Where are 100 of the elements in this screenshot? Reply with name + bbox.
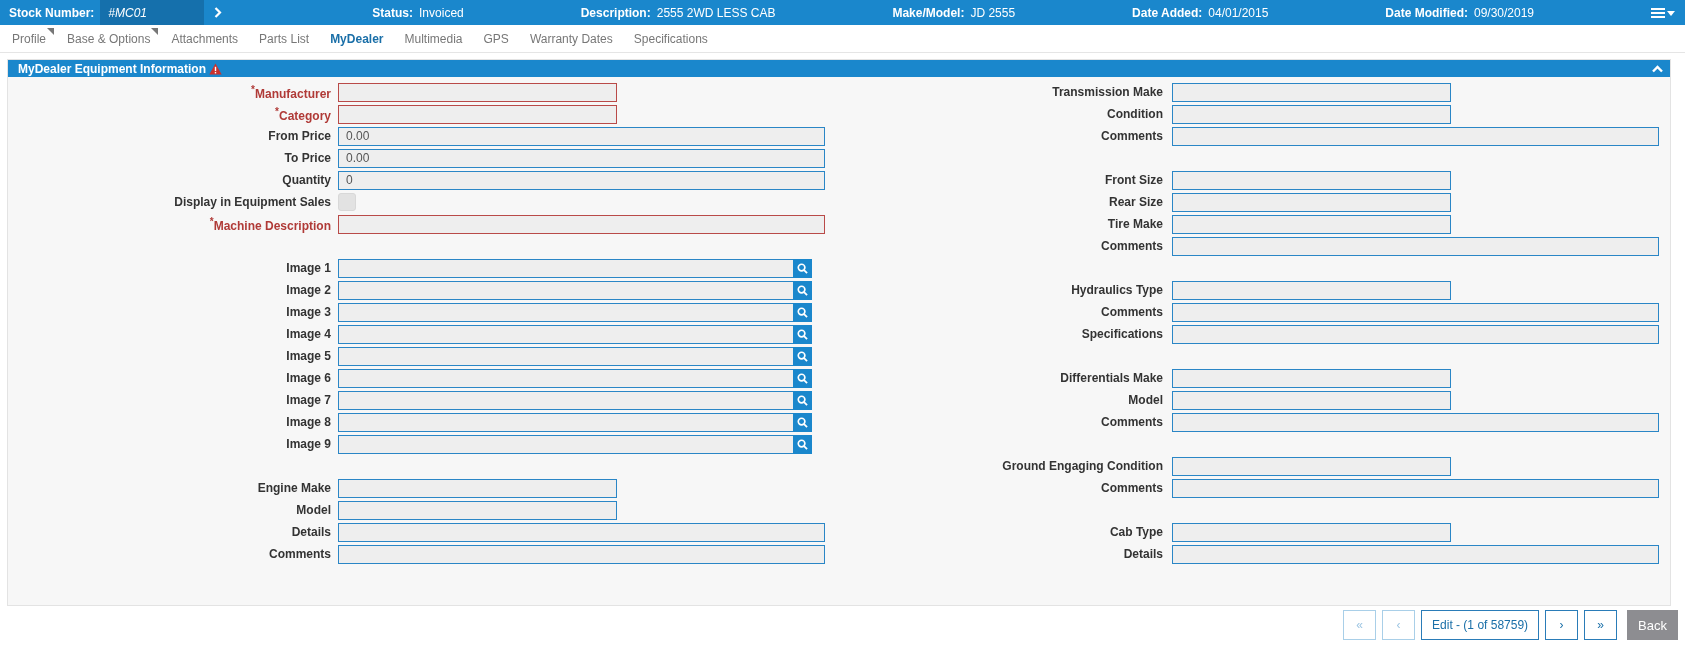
field-label: Model [1127, 393, 1163, 407]
field-label: Comments [268, 547, 331, 561]
search-button[interactable] [793, 412, 812, 432]
input-field[interactable] [1172, 478, 1659, 498]
input-field[interactable] [1172, 302, 1659, 322]
field-label: Engine Make [256, 481, 331, 495]
field-label: Quantity [281, 173, 331, 187]
header-label: Status: [372, 5, 414, 20]
field-label: $^{*}$Manufacturer [250, 83, 331, 101]
tab[interactable]: Specifications [631, 31, 720, 46]
header-value: Invoiced [419, 5, 464, 20]
field-label: Details [1122, 547, 1163, 561]
search-button[interactable] [793, 324, 812, 344]
input-field[interactable] [338, 302, 793, 322]
field-label: Tire Make [1106, 217, 1163, 231]
search-button[interactable] [793, 346, 812, 366]
field-label: Image 8 [285, 415, 331, 429]
back-button[interactable]: Back [1627, 610, 1678, 640]
pager-button[interactable]: › [1545, 610, 1579, 640]
search-icon [797, 372, 808, 384]
pager-button[interactable]: » [1584, 610, 1618, 640]
tab[interactable]: MyDealer [328, 31, 396, 46]
input-field[interactable] [338, 324, 793, 344]
field-label: Image 5 [285, 349, 331, 363]
input-field[interactable] [1172, 412, 1659, 432]
input-field[interactable] [1172, 104, 1451, 124]
stock-number-field[interactable]: #MC01 [100, 0, 205, 25]
input-field[interactable] [338, 214, 825, 234]
input-field[interactable] [338, 434, 793, 454]
field-label: Image 7 [285, 393, 331, 407]
field-label: Specifications [1080, 327, 1163, 341]
input-field[interactable] [338, 390, 793, 410]
field-label: Image 4 [285, 327, 331, 341]
pager-button[interactable]: Edit - (1 of 58759) [1421, 610, 1540, 640]
search-button[interactable] [793, 368, 812, 388]
field-label: Rear Size [1107, 195, 1163, 209]
field-label: Image 2 [285, 283, 331, 297]
chevron-up-icon[interactable] [1652, 64, 1663, 73]
field-label: Cab Type [1108, 525, 1163, 539]
search-button[interactable] [793, 302, 812, 322]
field-label: Image 3 [285, 305, 331, 319]
header-label: Stock Number: [9, 5, 95, 20]
input-field[interactable] [1172, 390, 1451, 410]
input-field[interactable] [1172, 324, 1659, 344]
input-field[interactable] [1172, 456, 1451, 476]
tab[interactable]: GPS [481, 31, 521, 46]
input-field[interactable] [338, 82, 617, 102]
field-label: Image 6 [285, 371, 331, 385]
input-field[interactable] [338, 346, 793, 366]
field-label: $^{*}$Machine Description [208, 215, 331, 233]
search-icon [797, 328, 808, 340]
tab[interactable]: Attachments [169, 31, 251, 46]
menu-icon[interactable] [1651, 6, 1675, 19]
panel-title: MyDealer Equipment Information [18, 61, 207, 76]
search-button[interactable] [793, 434, 812, 454]
field-label: $^{*}$Category [274, 105, 331, 123]
input-field[interactable] [1172, 170, 1451, 190]
header-value: 04/01/2015 [1208, 5, 1269, 20]
input-field[interactable] [338, 544, 825, 564]
input-field[interactable] [1172, 522, 1451, 542]
search-icon [797, 416, 808, 428]
search-button[interactable] [793, 390, 812, 410]
input-field[interactable] [338, 280, 793, 300]
field-label: Condition [1106, 107, 1163, 121]
field-label: Comments [1100, 129, 1163, 143]
chevron-right-icon[interactable] [214, 7, 223, 18]
field-label: Image 1 [285, 261, 331, 275]
search-button[interactable] [793, 280, 812, 300]
input-field[interactable] [338, 368, 793, 388]
input-field[interactable] [338, 522, 825, 542]
tab[interactable]: Parts List [257, 31, 322, 46]
input-field[interactable] [1172, 544, 1659, 564]
input-field[interactable] [1172, 192, 1451, 212]
search-icon [797, 350, 808, 362]
input-field[interactable]: 0.00 [338, 148, 825, 168]
input-field[interactable]: 0 [338, 170, 825, 190]
field-label: Display in Equipment Sales [173, 195, 331, 209]
input-field[interactable] [338, 412, 793, 432]
input-field[interactable]: 0.00 [338, 126, 825, 146]
tab[interactable]: Profile [10, 31, 58, 46]
input-field[interactable] [1172, 368, 1451, 388]
input-field[interactable] [338, 478, 617, 498]
search-button[interactable] [793, 258, 812, 278]
input-field[interactable] [1172, 82, 1451, 102]
header-label: Date Modified: [1385, 5, 1468, 20]
field-label: Comments [1100, 415, 1163, 429]
input-field[interactable] [338, 258, 793, 278]
tab[interactable]: Multimedia [402, 31, 475, 46]
header-label: Make/Model: [892, 5, 965, 20]
input-field[interactable] [1172, 126, 1659, 146]
input-field[interactable] [338, 500, 617, 520]
tab[interactable]: Base & Options [65, 31, 163, 46]
field-label: Hydraulics Type [1070, 283, 1163, 297]
input-field[interactable] [1172, 280, 1451, 300]
field-label: Ground Engaging Condition [1001, 459, 1163, 473]
input-field[interactable] [1172, 214, 1451, 234]
field-label: Comments [1100, 239, 1163, 253]
input-field[interactable] [1172, 236, 1659, 256]
tab[interactable]: Warranty Dates [527, 31, 625, 46]
input-field[interactable] [338, 104, 617, 124]
